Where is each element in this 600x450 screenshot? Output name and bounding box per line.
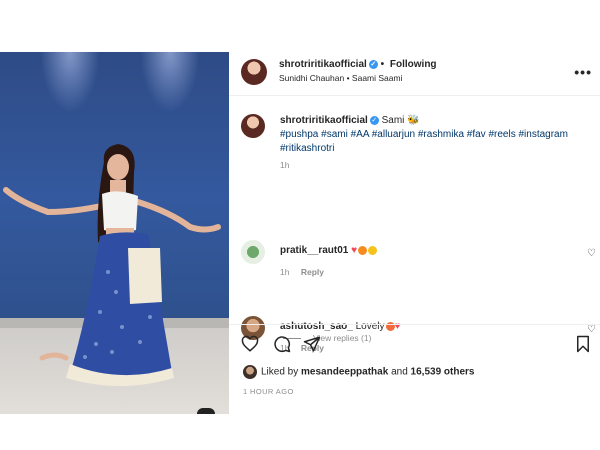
liked-by-prefix: Liked by <box>261 366 299 378</box>
caption-body: shrotriritikaofficial ✓ Sami 🐝 #pushpa #s… <box>280 114 600 156</box>
post-time-ago: 1 HOUR AGO <box>243 387 294 396</box>
reply-button[interactable]: Reply <box>301 267 324 277</box>
heart-icon[interactable] <box>241 335 259 353</box>
caption-author[interactable]: shrotriritikaofficial <box>280 115 368 126</box>
author-line: shrotriritika​official ✓ • Following <box>279 59 437 70</box>
comment-meta: 1h Reply <box>280 267 333 277</box>
caption-avatar[interactable] <box>241 114 265 138</box>
liker-avatar[interactable] <box>243 365 257 379</box>
verified-badge-icon: ✓ <box>368 59 378 69</box>
audio-label[interactable]: Sunidhi Chauhan • Saami Saami <box>279 73 402 83</box>
commenter-avatar[interactable] <box>241 240 265 264</box>
likes-others[interactable]: 16,539 others <box>411 367 475 378</box>
astonished-emoji-icon <box>368 245 378 255</box>
liker-username[interactable]: mesandeeppathak <box>301 367 388 378</box>
likes-summary: Liked by mesandeeppathak and 16,539 othe… <box>243 365 474 379</box>
caption-text: Sami 🐝 <box>381 115 420 126</box>
comment-username[interactable]: pratik__raut01 <box>280 245 348 256</box>
verified-badge-icon: ✓ <box>369 115 379 125</box>
comment-bubble-icon[interactable] <box>273 335 291 353</box>
separator-dot: • <box>380 59 387 70</box>
fire-emoji-icon <box>358 245 368 255</box>
instagram-post: shrotriritika​official ✓ • Following Suni… <box>0 52 600 414</box>
caption-time: 1h <box>280 160 290 170</box>
dancer-figure <box>3 144 221 386</box>
comment-item: pratik__raut01 ♥ 1h Reply ♡ <box>241 240 596 280</box>
post-video[interactable] <box>0 52 229 414</box>
comment-time: 1h <box>280 267 290 277</box>
author-avatar[interactable] <box>241 59 267 85</box>
following-button[interactable]: Following <box>390 59 437 70</box>
video-control-dot[interactable] <box>197 408 215 414</box>
comments-section[interactable]: shrotriritikaofficial ✓ Sami 🐝 #pushpa #s… <box>229 96 600 353</box>
author-username[interactable]: shrotriritika​official <box>279 59 367 70</box>
post-actions: Liked by mesandeeppathak and 16,539 othe… <box>229 324 600 414</box>
paper-plane-icon[interactable] <box>303 335 321 353</box>
red-heart-emoji-icon: ♥ <box>351 245 358 256</box>
bookmark-icon[interactable] <box>574 335 592 353</box>
likes-middle: and <box>391 366 408 378</box>
caption-hashtags[interactable]: #pushpa #sami #AA #alluarjun #rashmika #… <box>280 129 568 154</box>
post-header: shrotriritika​official ✓ • Following Suni… <box>229 52 600 96</box>
comment-text-line: pratik__raut01 ♥ <box>280 245 378 256</box>
more-options-icon[interactable]: ••• <box>574 64 592 80</box>
comment-like-icon[interactable]: ♡ <box>587 248 596 259</box>
